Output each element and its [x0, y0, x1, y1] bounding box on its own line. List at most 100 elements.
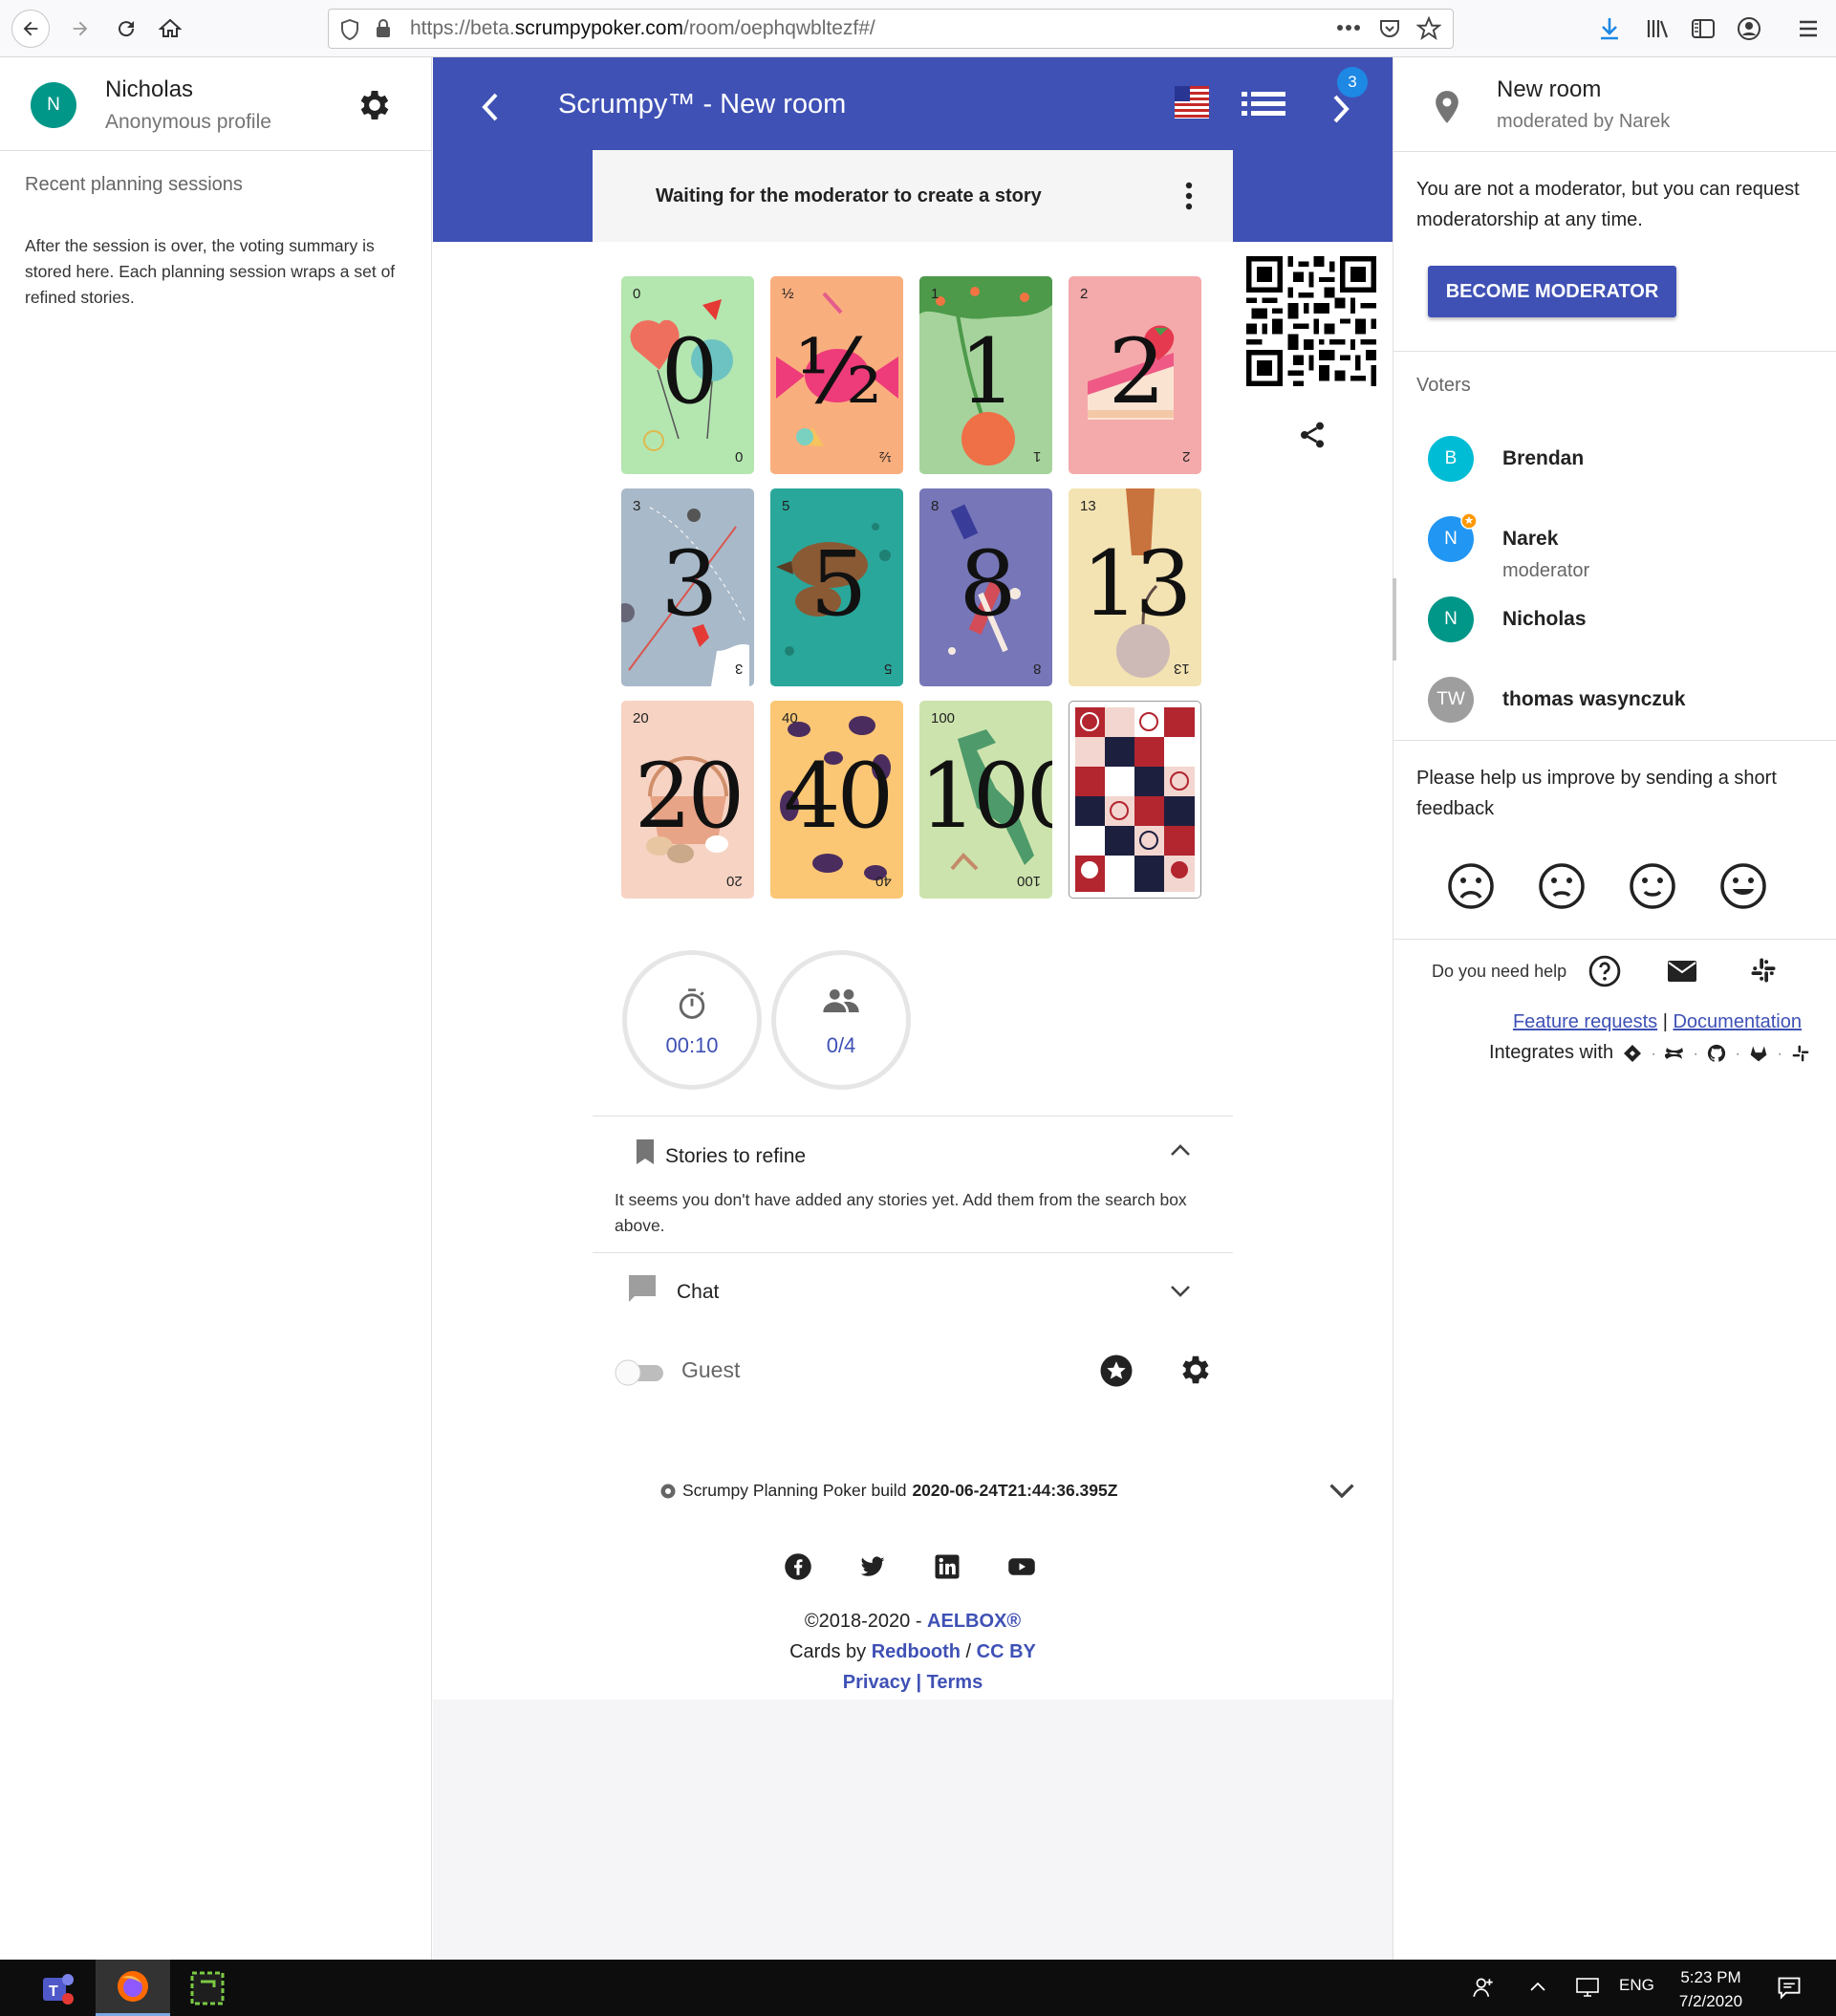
svg-text:T: T	[49, 1983, 58, 2000]
star-bookmark-icon[interactable]	[1416, 16, 1441, 41]
help-circle-icon[interactable]	[1588, 955, 1621, 987]
timer-widget[interactable]: 00:10	[622, 950, 762, 1090]
clock-date: 7/2/2020	[1678, 1992, 1743, 2010]
avatar[interactable]: N	[31, 82, 76, 128]
header-back-button[interactable]	[471, 84, 509, 130]
chat-panel-header[interactable]: Chat	[593, 1252, 1233, 1329]
chevron-down-icon[interactable]	[1170, 1285, 1191, 1298]
card-corner-bottom: 100	[1016, 873, 1041, 889]
card-corner-bottom: 3	[734, 661, 743, 677]
documentation-link[interactable]: Documentation	[1673, 1011, 1802, 1032]
firefox-app[interactable]	[96, 1960, 170, 2016]
card-value: 2	[1108, 320, 1166, 424]
slack-icon[interactable]	[1749, 956, 1778, 985]
feature-requests-link[interactable]: Feature requests	[1513, 1011, 1657, 1032]
people-tray-icon[interactable]	[1472, 1975, 1497, 2000]
poker-card-20[interactable]: 20 20 20	[621, 701, 754, 899]
cc-by-link[interactable]: CC BY	[977, 1641, 1036, 1662]
share-icon[interactable]	[1297, 419, 1328, 451]
more-dots-icon[interactable]	[1336, 23, 1361, 33]
library-icon[interactable]	[1643, 13, 1674, 44]
privacy-link[interactable]: Privacy	[843, 1672, 911, 1693]
menu-hamburger-icon[interactable]	[1793, 13, 1824, 44]
more-vert-icon[interactable]	[1183, 181, 1195, 211]
star-circle-icon[interactable]	[1099, 1354, 1134, 1388]
guest-toggle[interactable]	[614, 1358, 669, 1387]
card-corner: 20	[633, 710, 649, 726]
very-happy-face-icon[interactable]	[1719, 862, 1767, 910]
github-icon[interactable]	[1707, 1044, 1726, 1063]
pocket-icon[interactable]	[1378, 17, 1401, 40]
room-qr-code[interactable]	[1246, 256, 1376, 386]
redbooth-link[interactable]: Redbooth	[872, 1641, 961, 1662]
notifications-icon[interactable]	[1776, 1975, 1803, 2002]
teams-app[interactable]: T	[21, 1960, 96, 2016]
twitter-icon[interactable]	[858, 1552, 887, 1581]
greenshot-app[interactable]	[170, 1960, 245, 2016]
linkedin-icon[interactable]	[933, 1552, 961, 1581]
facebook-icon[interactable]	[784, 1552, 812, 1581]
terms-link[interactable]: Terms	[927, 1672, 983, 1693]
network-icon[interactable]	[1575, 1977, 1600, 1998]
happy-face-icon[interactable]	[1629, 862, 1676, 910]
voter-item[interactable]: B Brendan	[1428, 436, 1810, 493]
language-indicator[interactable]: ENG	[1619, 1976, 1654, 1995]
card-corner-bottom: 0	[734, 448, 743, 465]
browser-reload-button[interactable]	[107, 10, 145, 48]
voter-role: moderator	[1502, 560, 1590, 581]
chevron-up-tray-icon[interactable]	[1529, 1981, 1546, 1992]
aelbox-link[interactable]: AELBOX®	[927, 1611, 1021, 1632]
gear-icon[interactable]	[1177, 1352, 1214, 1388]
cog-small-icon	[660, 1484, 676, 1498]
poker-card-100[interactable]: 100 100 100	[919, 701, 1052, 899]
chat-title: Chat	[677, 1281, 720, 1303]
clock[interactable]: 5:23 PM 7/2/2020	[1663, 1965, 1759, 2013]
chevron-up-icon[interactable]	[1170, 1143, 1191, 1157]
footer-legal-line: Privacy | Terms	[433, 1667, 1393, 1698]
sidebar-toggle-icon[interactable]	[1688, 13, 1718, 44]
poker-card-half[interactable]: ½ ½ ½	[770, 276, 903, 474]
votes-widget[interactable]: 0/4	[771, 950, 911, 1090]
poker-card-8[interactable]: 8 8 8	[919, 488, 1052, 686]
voter-item[interactable]: TW thomas wasynczuk	[1428, 677, 1810, 734]
browser-home-button[interactable]	[151, 10, 189, 48]
browser-back-button[interactable]	[11, 10, 50, 48]
us-flag-icon[interactable]	[1175, 86, 1209, 119]
scrollbar[interactable]	[1393, 578, 1396, 661]
account-icon[interactable]	[1734, 13, 1764, 44]
left-sidebar: N Nicholas Anonymous profile Recent plan…	[0, 57, 432, 1960]
poker-card-back[interactable]	[1069, 701, 1201, 899]
build-info: Scrumpy Planning Poker build 2020-06-24T…	[659, 1481, 1117, 1501]
youtube-icon[interactable]	[1007, 1552, 1036, 1581]
poker-card-5[interactable]: 5 5 5	[770, 488, 903, 686]
become-moderator-button[interactable]: BECOME MODERATOR	[1428, 266, 1676, 317]
gitlab-icon[interactable]	[1749, 1044, 1768, 1063]
poker-card-0[interactable]: 0 0 0	[621, 276, 754, 474]
chat-bubble-icon	[629, 1275, 656, 1302]
firefox-icon	[118, 1971, 148, 2002]
poker-card-3[interactable]: 3 3 3	[621, 488, 754, 686]
chevron-down-icon[interactable]	[1328, 1480, 1355, 1503]
poker-card-1[interactable]: 1 1 1	[919, 276, 1052, 474]
downloads-icon[interactable]	[1594, 13, 1625, 44]
sad-face-icon[interactable]	[1538, 862, 1586, 910]
card-value: 20	[634, 745, 745, 849]
url-bar[interactable]: https://beta. scrumpypoker.com/room/oephq…	[328, 9, 1454, 49]
stories-panel-header[interactable]: Stories to refine	[593, 1116, 1233, 1193]
confluence-icon[interactable]	[1665, 1044, 1684, 1063]
voter-item[interactable]: N Narek moderator	[1428, 512, 1810, 593]
poker-card-2[interactable]: 2 2 2	[1069, 276, 1201, 474]
gear-icon[interactable]	[356, 86, 394, 124]
poker-card-40[interactable]: 40 40 40	[770, 701, 903, 899]
footer: ©2018-2020 - AELBOX® Cards by Redbooth /…	[433, 1606, 1393, 1698]
browser-forward-button[interactable]	[61, 10, 99, 48]
very-sad-face-icon[interactable]	[1447, 862, 1495, 910]
list-icon[interactable]	[1242, 90, 1285, 119]
profile-header: N Nicholas Anonymous profile	[0, 57, 431, 151]
voter-item[interactable]: N Nicholas	[1428, 596, 1810, 654]
poker-card-13[interactable]: 13 13 13	[1069, 488, 1201, 686]
jira-icon[interactable]	[1623, 1044, 1642, 1063]
room-title: Scrumpy™ - New room	[558, 89, 847, 119]
mail-icon[interactable]	[1667, 960, 1697, 983]
slack-small-icon[interactable]	[1791, 1044, 1810, 1063]
